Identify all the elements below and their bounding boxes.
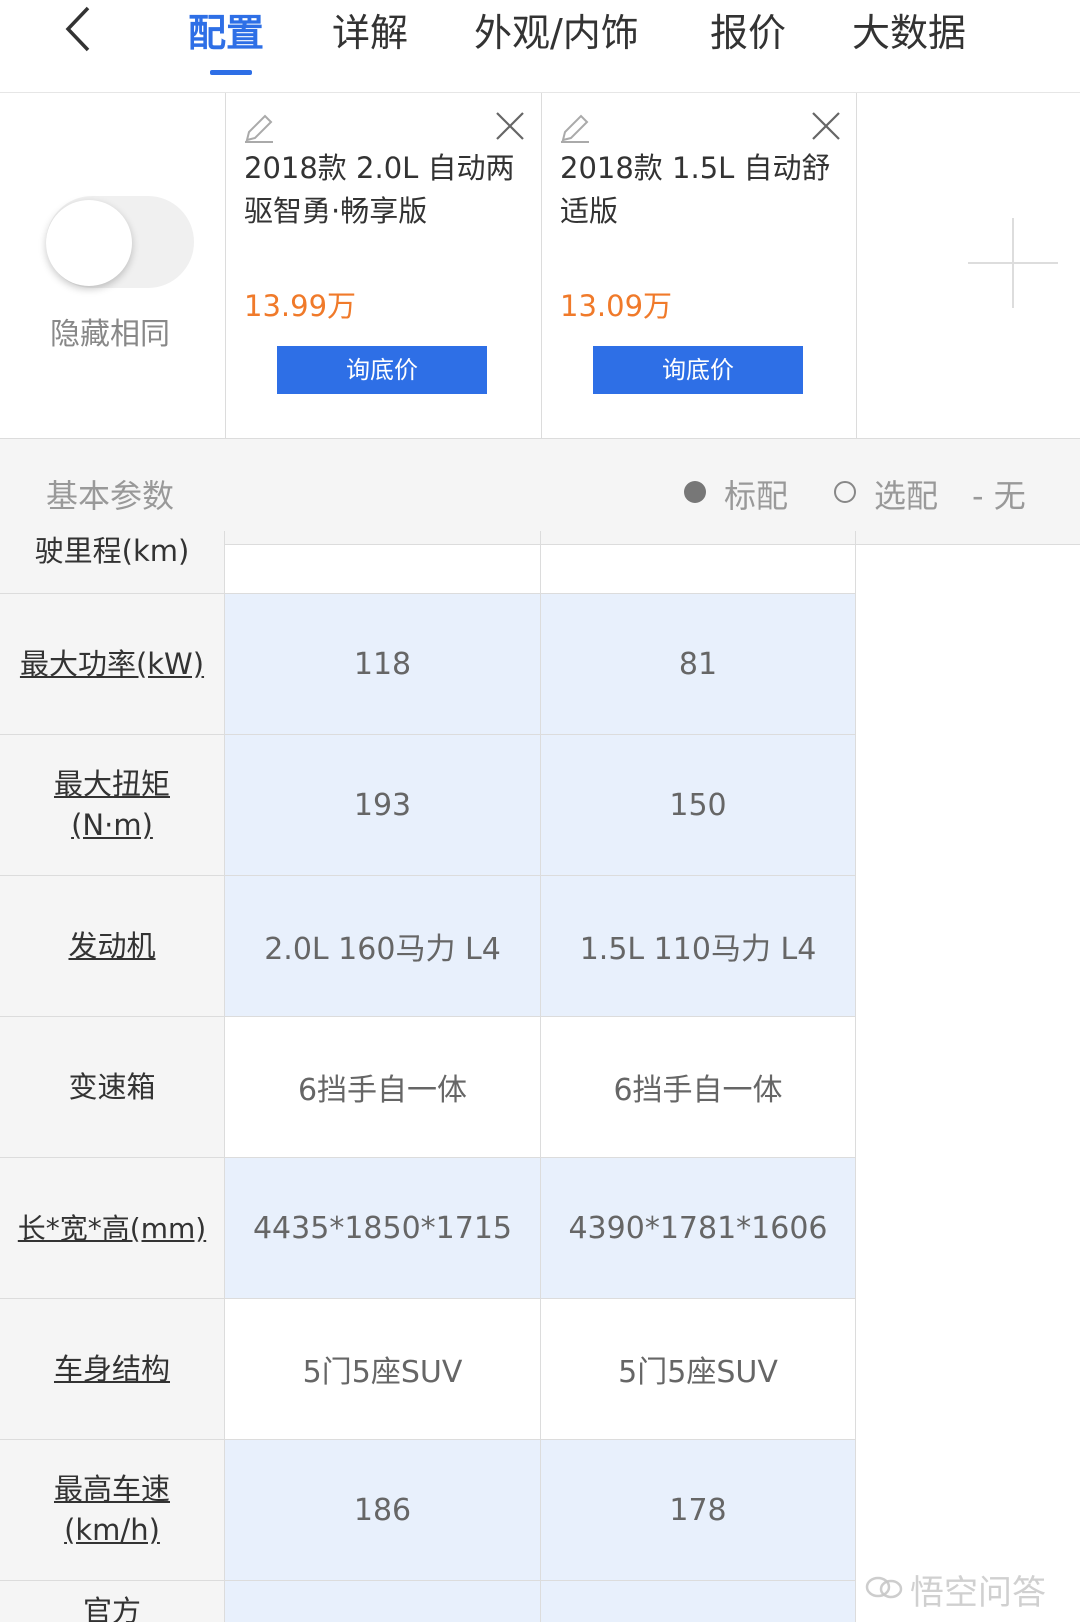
row-value (225, 1581, 541, 1622)
table-row: 车身结构 5门5座SUV 5门5座SUV (0, 1299, 856, 1440)
divider (856, 93, 857, 439)
back-arrow-icon[interactable] (60, 4, 100, 54)
car-price: 13.99万 (244, 289, 357, 323)
table-row: 发动机 2.0L 160马力 L4 1.5L 110马力 L4 (0, 876, 856, 1017)
edit-icon[interactable] (242, 111, 276, 145)
car-column-2: 2018款 1.5L 自动舒适版 13.09万 询底价 (542, 93, 857, 439)
hide-same-label: 隐藏相同 (50, 317, 170, 352)
tab-big-data[interactable]: 大数据 (852, 2, 966, 57)
row-value: 4390*1781*1606 (541, 1158, 856, 1298)
row-value: 5门5座SUV (225, 1299, 541, 1439)
table-row: 最大扭矩(N·m) 193 150 (0, 735, 856, 876)
tab-price[interactable]: 报价 (710, 2, 786, 57)
tab-config[interactable]: 配置 (188, 2, 264, 57)
row-value (541, 531, 856, 593)
car-compare-header: 隐藏相同 2018款 2.0L 自动两驱智勇·畅享版 13.99万 询底价 20… (0, 93, 1080, 439)
table-row: 最高车速(km/h) 186 178 (0, 1440, 856, 1581)
row-value: 81 (541, 594, 856, 734)
legend-none: - 无 (972, 477, 1026, 515)
edit-icon[interactable] (558, 111, 592, 145)
row-label[interactable]: 车身结构 (0, 1299, 225, 1439)
ask-price-button[interactable]: 询底价 (593, 346, 803, 394)
row-value: 6挡手自一体 (541, 1017, 856, 1157)
section-title: 基本参数 (46, 477, 175, 515)
ask-price-button[interactable]: 询底价 (277, 346, 487, 394)
standard-dot-icon (684, 481, 706, 503)
row-label[interactable]: 发动机 (0, 876, 225, 1016)
row-label[interactable]: 长*宽*高(mm) (0, 1158, 225, 1298)
row-value: 6挡手自一体 (225, 1017, 541, 1157)
row-value: 5门5座SUV (541, 1299, 856, 1439)
row-value: 118 (225, 594, 541, 734)
row-value: 2.0L 160马力 L4 (225, 876, 541, 1016)
active-tab-indicator (210, 70, 252, 75)
watermark-text: 悟空问答 (910, 1573, 1046, 1613)
tab-exterior-interior[interactable]: 外观/内饰 (474, 2, 639, 57)
row-label[interactable]: 最高车速(km/h) (0, 1440, 225, 1580)
table-row: 长*宽*高(mm) 4435*1850*1715 4390*1781*1606 (0, 1158, 856, 1299)
top-nav: 配置 详解 外观/内饰 报价 大数据 (0, 0, 1080, 93)
tab-details[interactable]: 详解 (332, 2, 408, 57)
row-value: 150 (541, 735, 856, 875)
row-value (541, 1581, 856, 1622)
close-icon[interactable] (495, 111, 525, 141)
row-value (225, 531, 541, 593)
add-car-icon[interactable] (968, 218, 1058, 308)
table-row: 变速箱 6挡手自一体 6挡手自一体 (0, 1017, 856, 1158)
car-name: 2018款 1.5L 自动舒适版 (560, 151, 831, 228)
row-label: 变速箱 (0, 1017, 225, 1157)
table-row: 最大功率(kW) 118 81 (0, 594, 856, 735)
row-value: 186 (225, 1440, 541, 1580)
car-column-1: 2018款 2.0L 自动两驱智勇·畅享版 13.99万 询底价 (226, 93, 541, 439)
car-name: 2018款 2.0L 自动两驱智勇·畅享版 (244, 151, 515, 228)
row-value: 4435*1850*1715 (225, 1158, 541, 1298)
watermark-logo-icon (865, 1576, 903, 1599)
hide-same-toggle[interactable] (46, 196, 194, 288)
table-row: 驶里程(km) (0, 531, 856, 594)
close-icon[interactable] (811, 111, 841, 141)
car-price: 13.09万 (560, 289, 673, 323)
row-label: 官方 (0, 1581, 225, 1622)
toggle-knob (46, 200, 132, 286)
row-label: 驶里程(km) (0, 531, 225, 593)
legend-standard: 标配 (724, 477, 789, 515)
section-header: 基本参数 标配 选配 - 无 (0, 439, 1080, 545)
row-value: 1.5L 110马力 L4 (541, 876, 856, 1016)
row-value: 193 (225, 735, 541, 875)
row-label[interactable]: 最大功率(kW) (0, 594, 225, 734)
row-label[interactable]: 最大扭矩(N·m) (0, 735, 225, 875)
table-row: 官方 (0, 1581, 856, 1622)
row-value: 178 (541, 1440, 856, 1580)
optional-dot-icon (834, 481, 856, 503)
legend-optional: 选配 (874, 477, 939, 515)
